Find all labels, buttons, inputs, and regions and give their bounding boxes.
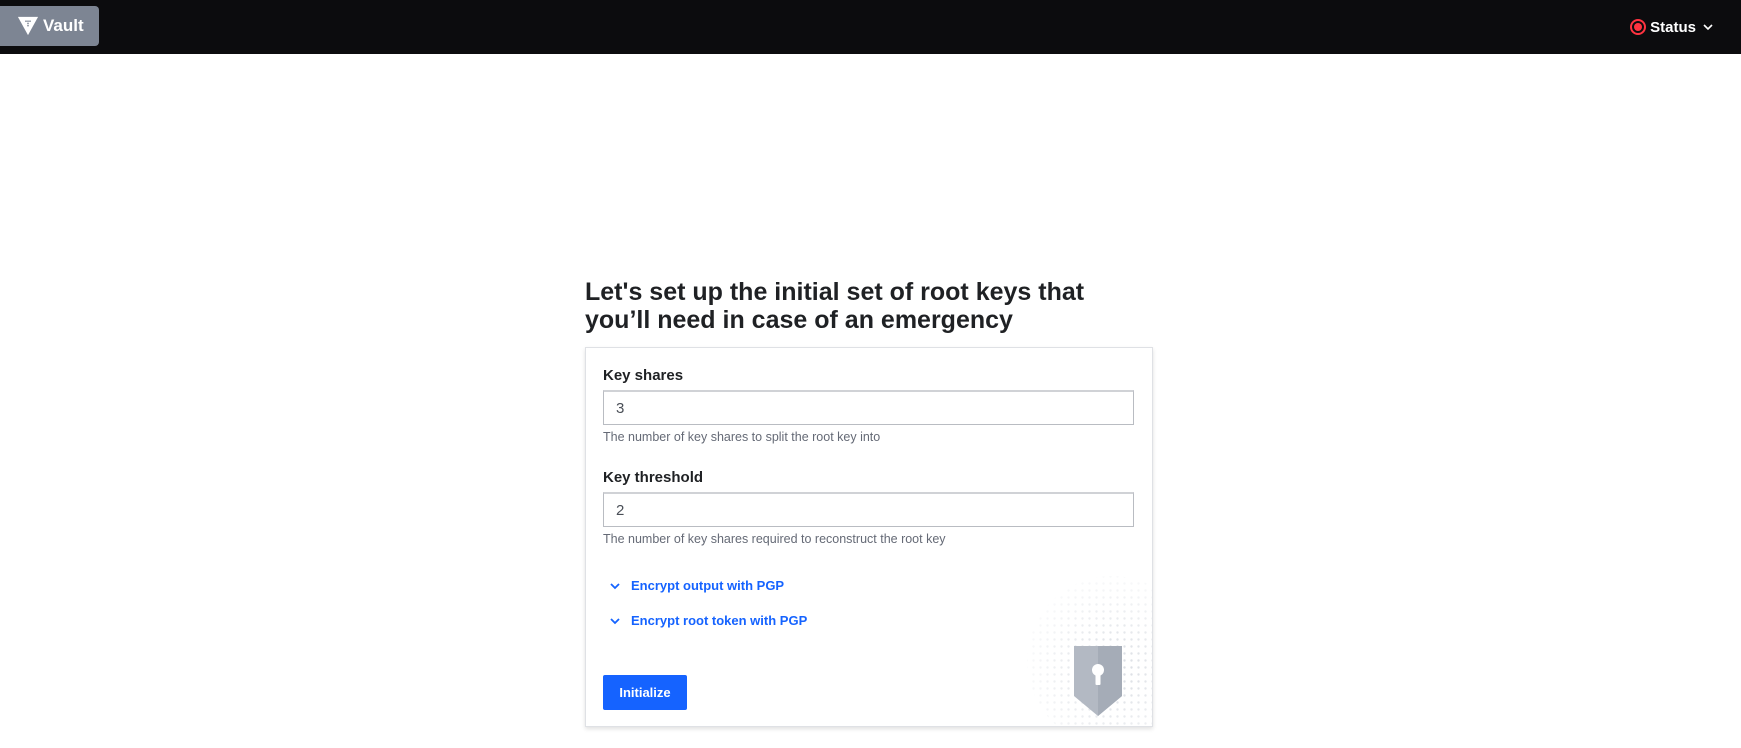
vault-logo-icon [17,16,39,36]
chevron-down-icon [610,582,620,589]
chevron-down-icon [1703,24,1713,31]
key-shares-label: Key shares [603,367,684,384]
status-menu-button[interactable]: Status [1630,16,1714,38]
chevron-down-icon [610,617,620,624]
key-shares-input[interactable] [603,390,1134,425]
encrypt-root-token-pgp-toggle[interactable]: Encrypt root token with PGP [609,613,807,628]
init-header: Let's set up the initial set of root key… [585,278,1153,334]
key-threshold-input[interactable] [603,492,1134,527]
shield-lock-illustration-icon [1027,576,1152,726]
vault-home-link[interactable]: Vault [0,6,99,46]
status-error-icon [1630,19,1647,35]
top-navbar: Vault Status [0,0,1741,54]
initialize-button[interactable]: Initialize [603,675,687,710]
key-shares-help: The number of key shares to split the ro… [603,430,881,444]
encrypt-output-pgp-toggle[interactable]: Encrypt output with PGP [609,578,784,593]
key-threshold-help: The number of key shares required to rec… [603,532,946,546]
init-form-card: Key shares The number of key shares to s… [585,347,1153,727]
status-label: Status [1650,18,1696,36]
encrypt-root-token-pgp-label: Encrypt root token with PGP [631,613,808,628]
key-threshold-label: Key threshold [603,469,704,486]
page-title: Let's set up the initial set of root key… [585,278,1085,334]
encrypt-output-pgp-label: Encrypt output with PGP [631,578,785,593]
logo-label: Vault [43,16,84,35]
